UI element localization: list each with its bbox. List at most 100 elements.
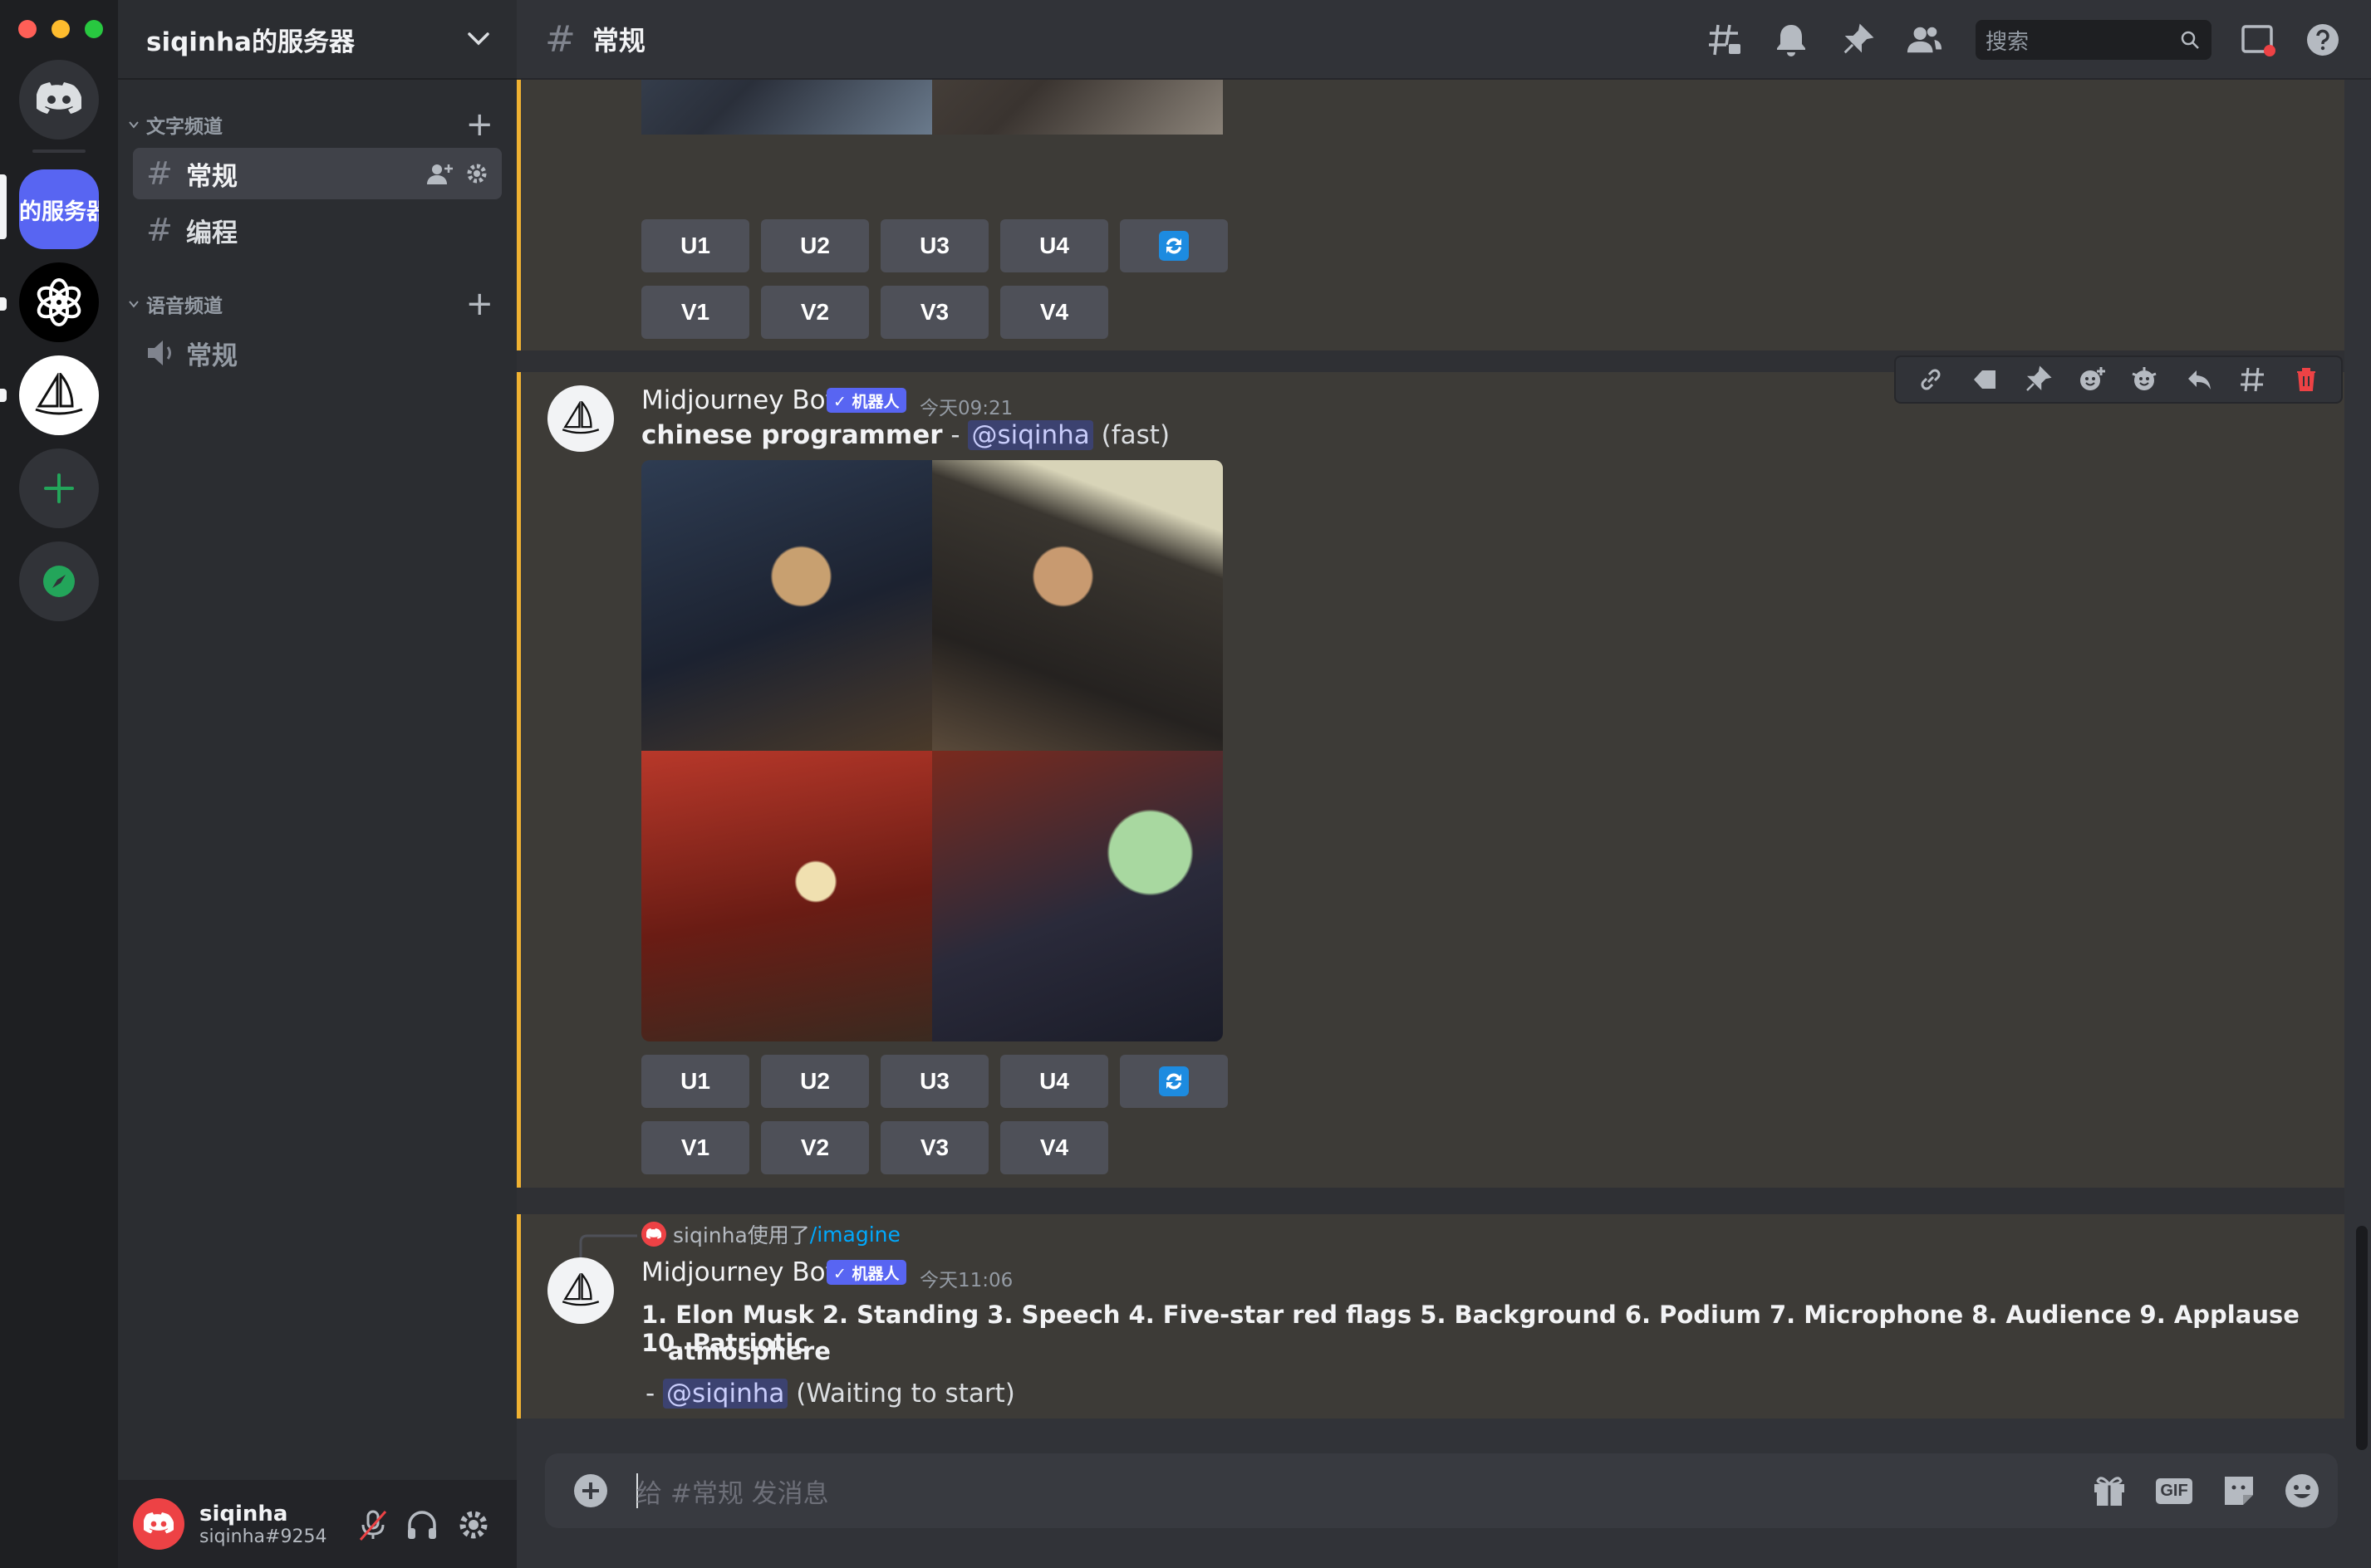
search-input[interactable]: 搜索 bbox=[1976, 20, 2211, 60]
bot-badge: ✓ 机器人 bbox=[827, 1260, 906, 1285]
mark-unread-icon[interactable] bbox=[1967, 362, 2002, 397]
upscale-button[interactable]: U1 bbox=[641, 1055, 749, 1108]
dash: - bbox=[646, 1379, 664, 1409]
variation-button[interactable]: V2 bbox=[761, 1121, 869, 1174]
category-voice-channels[interactable]: 语音频道 + bbox=[128, 287, 510, 321]
channel-general[interactable]: # 常规 bbox=[133, 148, 502, 199]
refresh-icon bbox=[1159, 231, 1189, 261]
category-text-channels[interactable]: 文字频道 + bbox=[128, 108, 510, 141]
variation-button[interactable]: V2 bbox=[761, 286, 869, 339]
explore-servers-button[interactable] bbox=[19, 541, 99, 621]
direct-messages-button[interactable] bbox=[19, 60, 99, 140]
variation-button[interactable]: V3 bbox=[881, 286, 989, 339]
threads-icon[interactable] bbox=[1706, 22, 1743, 58]
upscale-button[interactable]: U4 bbox=[1000, 1055, 1108, 1108]
hash-icon: # bbox=[545, 17, 576, 61]
window-zoom-button[interactable] bbox=[85, 20, 103, 38]
sticker-icon[interactable] bbox=[2220, 1472, 2258, 1510]
window-close-button[interactable] bbox=[18, 20, 37, 38]
category-label: 文字频道 bbox=[146, 116, 223, 138]
reroll-button[interactable] bbox=[1120, 1055, 1228, 1108]
microphone-muted-icon[interactable] bbox=[357, 1508, 389, 1541]
upscale-button[interactable]: U1 bbox=[641, 219, 749, 272]
server-header[interactable]: siqinha的服务器 bbox=[118, 0, 517, 80]
add-server-button[interactable] bbox=[19, 448, 99, 528]
create-thread-icon[interactable] bbox=[2235, 362, 2270, 397]
settings-gear-icon[interactable] bbox=[457, 1508, 490, 1541]
variation-button[interactable]: V3 bbox=[881, 1121, 989, 1174]
member-list-icon[interactable] bbox=[1906, 22, 1942, 58]
message-divider bbox=[517, 1188, 2344, 1214]
scrollbar-thumb[interactable] bbox=[2356, 1226, 2368, 1450]
command-reply-line[interactable]: siqinha使用了/imagine bbox=[641, 1219, 901, 1249]
slash-command[interactable]: /imagine bbox=[810, 1223, 901, 1247]
channel-programming[interactable]: # 编程 bbox=[133, 204, 502, 256]
message-composer[interactable]: 给 #常规 发消息 GIF bbox=[545, 1453, 2338, 1528]
add-attachment-icon[interactable] bbox=[573, 1473, 608, 1508]
message-highlighted: siqinha使用了/imagine Midjourney Bot ✓ 机器人 … bbox=[517, 1214, 2344, 1419]
inbox-icon[interactable] bbox=[2240, 22, 2276, 58]
emoji-icon[interactable] bbox=[2283, 1472, 2321, 1510]
bell-icon[interactable] bbox=[1773, 22, 1809, 58]
avatar[interactable] bbox=[547, 385, 614, 452]
add-reaction-icon[interactable] bbox=[2074, 362, 2109, 397]
search-placeholder: 搜索 bbox=[1986, 29, 2030, 55]
author-name[interactable]: Midjourney Bot bbox=[641, 1257, 836, 1287]
speaker-icon bbox=[148, 341, 171, 365]
server-name: siqinha的服务器 bbox=[146, 27, 355, 57]
server-midjourney[interactable] bbox=[19, 355, 99, 435]
user-mention[interactable]: @siqinha bbox=[663, 1379, 788, 1409]
add-member-icon[interactable] bbox=[427, 163, 454, 186]
delete-icon[interactable] bbox=[2289, 362, 2324, 397]
category-label: 语音频道 bbox=[146, 296, 223, 317]
channel-name: 编程 bbox=[186, 218, 238, 248]
channel-sidebar: siqinha的服务器 文字频道 + # 常规 # 编程 语音频道 + 常规 s… bbox=[0, 0, 517, 1568]
create-channel-icon[interactable]: + bbox=[465, 108, 493, 141]
server-openai[interactable] bbox=[19, 262, 99, 342]
variation-button[interactable]: V4 bbox=[1000, 286, 1108, 339]
image-tile[interactable] bbox=[932, 460, 1223, 751]
author-name[interactable]: Midjourney Bot bbox=[641, 385, 836, 415]
help-icon[interactable] bbox=[2305, 22, 2341, 58]
voice-channel-general[interactable]: 常规 bbox=[133, 327, 502, 379]
user-mention[interactable]: @siqinha bbox=[968, 420, 1093, 450]
gif-label: GIF bbox=[2156, 1477, 2192, 1504]
avatar[interactable] bbox=[547, 1257, 614, 1324]
upscale-button[interactable]: U4 bbox=[1000, 219, 1108, 272]
headphones-icon[interactable] bbox=[405, 1508, 439, 1541]
pinned-messages-icon[interactable] bbox=[1839, 22, 1876, 58]
window-minimize-button[interactable] bbox=[52, 20, 70, 38]
reroll-button[interactable] bbox=[1120, 219, 1228, 272]
reply-icon[interactable] bbox=[2182, 362, 2216, 397]
gear-icon[interactable] bbox=[465, 162, 488, 185]
message-input[interactable]: 给 #常规 发消息 bbox=[636, 1472, 829, 1510]
variation-button[interactable]: V4 bbox=[1000, 1121, 1108, 1174]
separator: - bbox=[942, 420, 969, 450]
discord-icon bbox=[646, 1228, 661, 1239]
avatar[interactable] bbox=[133, 1498, 184, 1550]
user-info[interactable]: siqinha siqinha#9254 bbox=[199, 1502, 326, 1547]
image-tile[interactable] bbox=[932, 751, 1223, 1041]
channel-name: 常规 bbox=[186, 161, 238, 192]
variation-button[interactable]: V1 bbox=[641, 286, 749, 339]
image-tile[interactable] bbox=[641, 460, 932, 751]
variation-button[interactable]: V1 bbox=[641, 1121, 749, 1174]
prompt-text: chinese programmer bbox=[641, 420, 943, 450]
plus-icon bbox=[44, 473, 74, 503]
pin-icon[interactable] bbox=[2020, 362, 2055, 397]
upscale-button[interactable]: U2 bbox=[761, 1055, 869, 1108]
upscale-button[interactable]: U2 bbox=[761, 219, 869, 272]
upscale-button[interactable]: U3 bbox=[881, 219, 989, 272]
super-reaction-icon[interactable] bbox=[2128, 362, 2162, 397]
status-suffix: (Waiting to start) bbox=[788, 1379, 1015, 1409]
create-channel-icon[interactable]: + bbox=[465, 287, 493, 321]
server-siqinha[interactable]: 的服务器 bbox=[19, 169, 99, 249]
upscale-button[interactable]: U3 bbox=[881, 1055, 989, 1108]
image-tile[interactable] bbox=[641, 751, 932, 1041]
gift-icon[interactable] bbox=[2090, 1472, 2128, 1510]
copy-link-icon[interactable] bbox=[1913, 362, 1948, 397]
channel-header: # 常规 搜索 bbox=[517, 0, 2371, 80]
gif-button[interactable]: GIF bbox=[2155, 1472, 2193, 1510]
image-grid[interactable] bbox=[641, 460, 1223, 1041]
unread-indicator bbox=[0, 297, 7, 311]
